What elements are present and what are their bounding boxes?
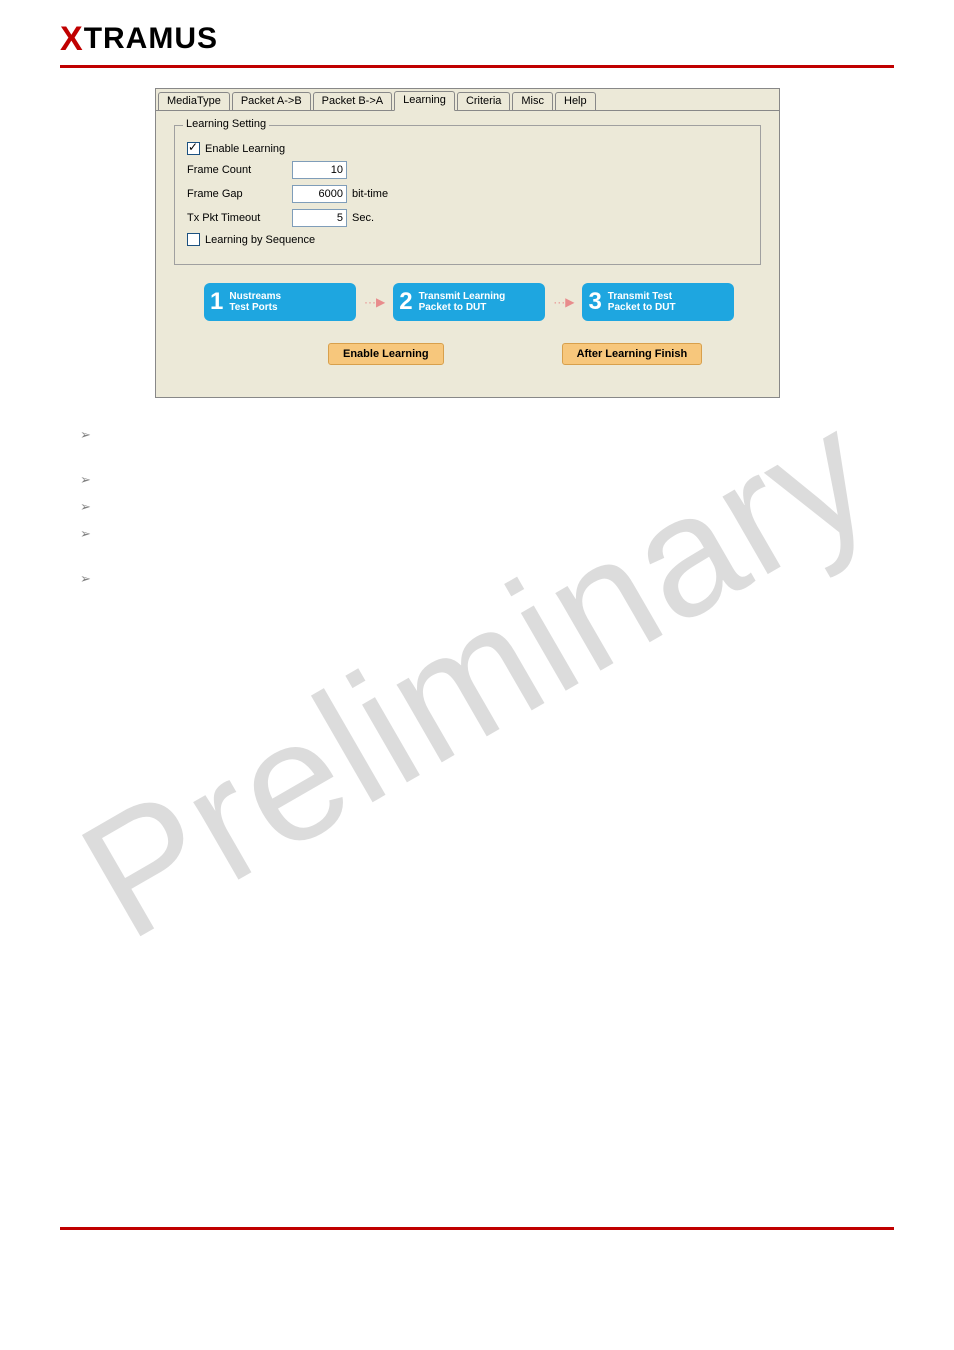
- frame-gap-input[interactable]: [292, 185, 347, 203]
- bullet-item: [80, 498, 894, 515]
- tab-packet-ab[interactable]: Packet A->B: [232, 92, 311, 110]
- bullet-item: [80, 471, 894, 488]
- flow-diagram: 1 NustreamsTest Ports ···▶ 2 Transmit Le…: [174, 275, 761, 377]
- arrow-icon: ···▶: [553, 295, 574, 309]
- frame-gap-unit: bit-time: [352, 188, 388, 200]
- arrow-icon: ···▶: [364, 295, 385, 309]
- tab-help[interactable]: Help: [555, 92, 596, 110]
- bullet-item: [80, 570, 894, 587]
- tab-mediatype[interactable]: MediaType: [158, 92, 230, 110]
- logo: XTRAMUS: [60, 20, 894, 59]
- tab-packet-ba[interactable]: Packet B->A: [313, 92, 392, 110]
- flow-step-3: 3 Transmit TestPacket to DUT: [582, 283, 734, 321]
- flow-step-2: 2 Transmit LearningPacket to DUT: [393, 283, 545, 321]
- tx-pkt-timeout-input[interactable]: [292, 209, 347, 227]
- bullet-list: [80, 426, 894, 587]
- bullet-item: [80, 426, 894, 443]
- learning-dialog: MediaType Packet A->B Packet B->A Learni…: [155, 88, 780, 398]
- frame-gap-label: Frame Gap: [187, 188, 292, 200]
- learning-by-sequence-checkbox[interactable]: [187, 233, 200, 246]
- learning-by-sequence-label: Learning by Sequence: [205, 234, 315, 246]
- enable-learning-checkbox[interactable]: [187, 142, 200, 155]
- header-divider: [60, 65, 894, 68]
- fieldset-legend: Learning Setting: [183, 118, 269, 130]
- enable-learning-label: Enable Learning: [205, 143, 285, 155]
- frame-count-input[interactable]: [292, 161, 347, 179]
- tab-misc[interactable]: Misc: [512, 92, 553, 110]
- flow-step-1: 1 NustreamsTest Ports: [204, 283, 356, 321]
- tx-pkt-timeout-label: Tx Pkt Timeout: [187, 212, 292, 224]
- tab-criteria[interactable]: Criteria: [457, 92, 510, 110]
- tx-pkt-timeout-unit: Sec.: [352, 212, 374, 224]
- frame-count-label: Frame Count: [187, 164, 292, 176]
- learning-setting-fieldset: Learning Setting Enable Learning Frame C…: [174, 125, 761, 265]
- tab-bar: MediaType Packet A->B Packet B->A Learni…: [156, 89, 779, 111]
- bullet-item: [80, 525, 894, 542]
- enable-learning-flow-label: Enable Learning: [328, 343, 444, 365]
- footer-divider: [60, 1227, 894, 1230]
- after-learning-finish-flow-label: After Learning Finish: [562, 343, 703, 365]
- tab-learning[interactable]: Learning: [394, 91, 455, 111]
